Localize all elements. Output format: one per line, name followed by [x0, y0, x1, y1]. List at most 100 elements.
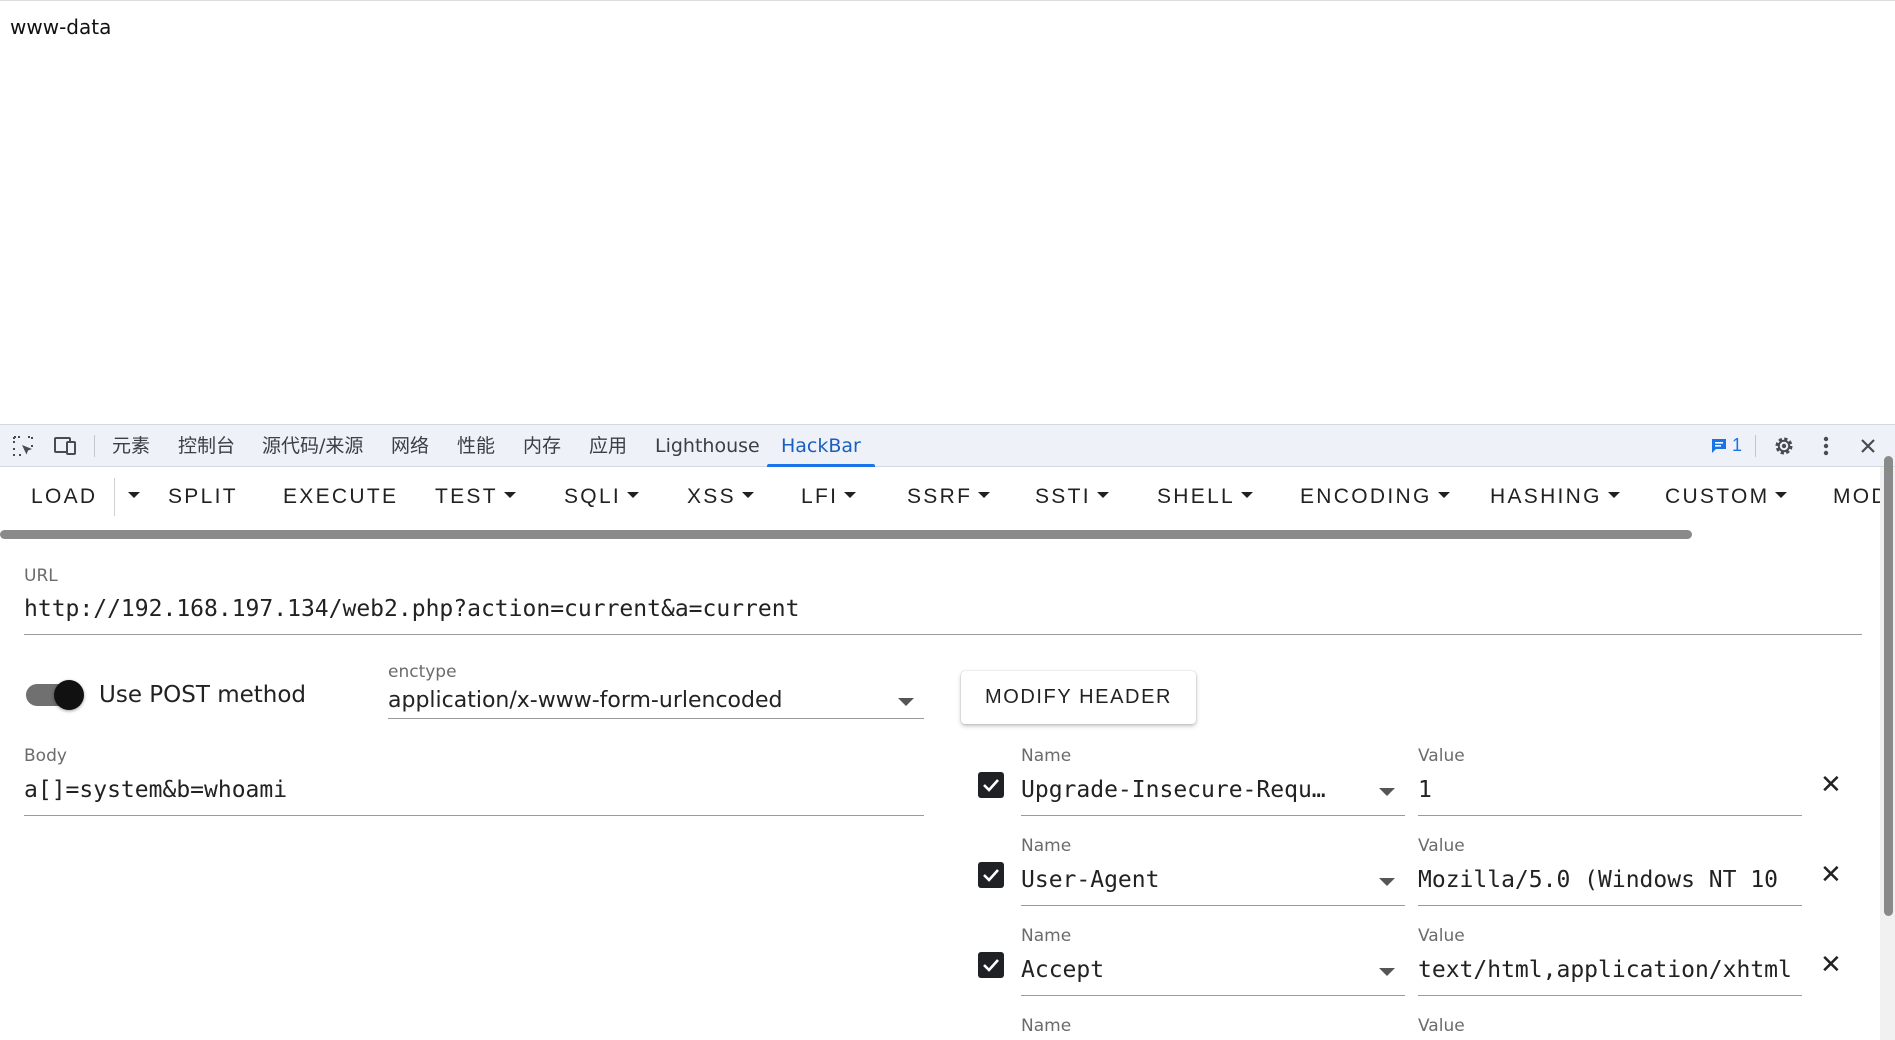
chevron-down-icon: [627, 492, 640, 499]
load-button[interactable]: LOAD: [31, 477, 97, 517]
remove-header-icon[interactable]: ✕: [1820, 770, 1842, 800]
header-name-underline: [1021, 815, 1405, 816]
chevron-down-icon: [503, 492, 516, 499]
test-menu-button[interactable]: TEST: [435, 477, 516, 517]
chevron-down-icon: [1437, 492, 1450, 499]
inspect-element-icon[interactable]: [10, 434, 36, 458]
more-vert-icon[interactable]: [1813, 434, 1839, 458]
tab-sources[interactable]: 源代码/来源: [262, 425, 363, 466]
header-value-label: Value: [1418, 746, 1465, 766]
close-icon[interactable]: [1855, 434, 1881, 458]
lfi-label: LFI: [801, 485, 839, 508]
page-viewport: www-data: [0, 0, 1895, 424]
header-name-label: Name: [1021, 836, 1072, 856]
header-value-input[interactable]: Mozilla/5.0 (Windows NT 10: [1418, 867, 1802, 893]
tab-application[interactable]: 应用: [589, 425, 627, 466]
xss-label: XSS: [687, 485, 736, 508]
split-button[interactable]: SPLIT: [168, 477, 238, 517]
chevron-down-icon: [741, 492, 754, 499]
header-name-label: Name: [1021, 1016, 1072, 1036]
hashing-menu-button[interactable]: HASHING: [1490, 477, 1620, 517]
tab-performance[interactable]: 性能: [457, 425, 495, 466]
toggle-knob: [54, 680, 84, 710]
gear-icon[interactable]: [1771, 434, 1797, 458]
ssti-menu-button[interactable]: SSTI: [1035, 477, 1109, 517]
chevron-down-icon: [978, 492, 991, 499]
tab-network[interactable]: 网络: [391, 425, 429, 466]
body-input[interactable]: a[]=system&b=whoami: [24, 777, 914, 803]
ssrf-menu-button[interactable]: SSRF: [907, 477, 991, 517]
header-value-underline: [1418, 905, 1802, 906]
header-value-label: Value: [1418, 1016, 1465, 1036]
url-input[interactable]: http://192.168.197.134/web2.php?action=c…: [24, 596, 1854, 622]
header-value-label: Value: [1418, 926, 1465, 946]
header-value-input[interactable]: text/html,application/xhtml: [1418, 957, 1802, 983]
execute-button[interactable]: EXECUTE: [283, 477, 398, 517]
chevron-down-icon: [1241, 492, 1254, 499]
chevron-down-icon: [844, 492, 857, 499]
header-name-input[interactable]: Accept: [1021, 957, 1351, 983]
xss-menu-button[interactable]: XSS: [687, 477, 754, 517]
tab-elements[interactable]: 元素: [112, 425, 150, 466]
chevron-down-icon: [1775, 492, 1788, 499]
header-enabled-checkbox[interactable]: [978, 772, 1004, 798]
horizontal-scrollbar[interactable]: [0, 530, 1692, 539]
header-enabled-checkbox[interactable]: [978, 862, 1004, 888]
header-value-input[interactable]: 1: [1418, 777, 1802, 803]
enctype-label: enctype: [388, 662, 457, 682]
chevron-down-icon: [1096, 492, 1109, 499]
encoding-label: ENCODING: [1300, 485, 1432, 508]
header-name-dropdown-icon[interactable]: [1379, 878, 1395, 886]
remove-header-icon[interactable]: ✕: [1820, 860, 1842, 890]
load-dropdown-button[interactable]: [122, 477, 140, 517]
issues-counter[interactable]: 1: [1710, 435, 1742, 456]
tabbar-divider: [94, 435, 95, 457]
chevron-down-icon: [1607, 492, 1620, 499]
shell-menu-button[interactable]: SHELL: [1157, 477, 1254, 517]
page-body-text: www-data: [10, 15, 112, 39]
encoding-menu-button[interactable]: ENCODING: [1300, 477, 1450, 517]
sqli-label: SQLI: [564, 485, 622, 508]
header-name-dropdown-icon[interactable]: [1379, 968, 1395, 976]
header-name-label: Name: [1021, 746, 1072, 766]
mod-menu-button[interactable]: MOD: [1833, 477, 1880, 517]
url-label: URL: [24, 566, 58, 586]
devtools-panel: 元素 控制台 源代码/来源 网络 性能 内存 应用 Lighthouse Hac…: [0, 424, 1895, 1040]
enctype-select[interactable]: application/x-www-form-urlencoded: [388, 688, 868, 713]
lfi-menu-button[interactable]: LFI: [801, 477, 857, 517]
remove-header-icon[interactable]: ✕: [1820, 950, 1842, 980]
ssrf-label: SSRF: [907, 485, 973, 508]
header-enabled-checkbox[interactable]: [978, 952, 1004, 978]
device-toolbar-icon[interactable]: [52, 434, 78, 458]
issues-count: 1: [1732, 435, 1743, 455]
modify-header-button[interactable]: MODIFY HEADER: [961, 671, 1196, 724]
body-label: Body: [24, 746, 67, 766]
tabbar-divider: [1755, 435, 1756, 457]
hashing-label: HASHING: [1490, 485, 1602, 508]
header-name-label: Name: [1021, 926, 1072, 946]
custom-menu-button[interactable]: CUSTOM: [1665, 477, 1788, 517]
body-underline: [24, 815, 924, 816]
enctype-underline: [388, 718, 924, 719]
issues-icon: [1712, 438, 1726, 453]
header-name-input[interactable]: Upgrade-Insecure-Requ…: [1021, 777, 1351, 803]
header-value-underline: [1418, 995, 1802, 996]
vertical-scrollbar[interactable]: [1884, 456, 1893, 916]
tab-console[interactable]: 控制台: [178, 425, 235, 466]
url-underline: [24, 634, 1862, 635]
header-name-dropdown-icon[interactable]: [1379, 788, 1395, 796]
header-value-underline: [1418, 815, 1802, 816]
post-method-toggle[interactable]: [26, 680, 84, 710]
tab-lighthouse[interactable]: Lighthouse: [655, 425, 760, 466]
ssti-label: SSTI: [1035, 485, 1091, 508]
tab-hackbar[interactable]: HackBar: [767, 425, 875, 467]
enctype-dropdown-icon[interactable]: [898, 698, 914, 706]
header-name-input[interactable]: User-Agent: [1021, 867, 1351, 893]
custom-label: CUSTOM: [1665, 485, 1770, 508]
chevron-down-icon: [128, 492, 140, 499]
tab-memory[interactable]: 内存: [523, 425, 561, 466]
sqli-menu-button[interactable]: SQLI: [564, 477, 640, 517]
load-button-divider: [114, 478, 115, 516]
header-name-underline: [1021, 995, 1405, 996]
hackbar-toolbar: LOAD SPLIT EXECUTE TEST SQLI XSS LFI SSR…: [0, 467, 1880, 529]
